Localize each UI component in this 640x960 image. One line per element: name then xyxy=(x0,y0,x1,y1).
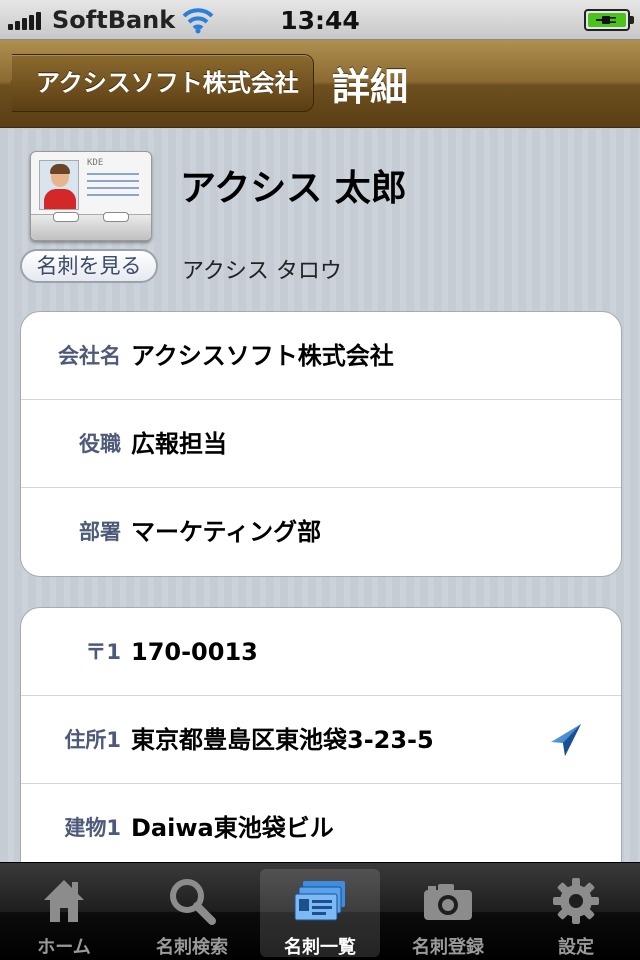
contact-name-kana: アクシス タロウ xyxy=(182,259,342,284)
contact-name: アクシス 太郎 xyxy=(180,168,407,209)
card-list-icon xyxy=(294,881,345,921)
row-value: 広報担当 xyxy=(131,430,227,458)
company-name-row[interactable]: 会社名 アクシスソフト株式会社 xyxy=(21,312,621,400)
status-bar: SoftBank 13:44 xyxy=(0,0,640,40)
tab-label: 設定 xyxy=(558,937,594,958)
building-row[interactable]: 建物1 Daiwa東池袋ビル xyxy=(21,784,621,862)
status-time: 13:44 xyxy=(280,6,360,35)
tab-settings[interactable]: 設定 xyxy=(512,863,640,960)
address-row[interactable]: 住所1 東京都豊島区東池袋3-23-5 xyxy=(21,696,621,784)
row-value: アクシスソフト株式会社 xyxy=(131,342,394,370)
business-card-icon[interactable]: KDE xyxy=(30,151,152,241)
row-value: Daiwa東池袋ビル xyxy=(131,814,334,842)
view-card-button[interactable]: 名刺を見る xyxy=(20,249,158,283)
company-info-group: 会社名 アクシスソフト株式会社 役職 広報担当 部署 マーケティング部 xyxy=(20,311,622,577)
camera-icon xyxy=(424,884,472,920)
tab-register-card[interactable]: 名刺登録 xyxy=(384,863,512,960)
location-arrow-icon[interactable] xyxy=(547,722,583,758)
row-label: 住所1 xyxy=(64,728,121,752)
row-label: 役職 xyxy=(79,432,121,456)
tab-label: 名刺一覧 xyxy=(284,937,356,958)
row-label: 建物1 xyxy=(64,816,121,840)
address-info-group: 〒1 170-0013 住所1 東京都豊島区東池袋3-23-5 建物1 Daiw… xyxy=(20,607,622,862)
avatar xyxy=(39,160,79,210)
tab-bar: ホーム 名刺検索 名刺一覧 名刺登録 設定 xyxy=(0,862,640,960)
tab-label: 名刺登録 xyxy=(412,937,484,958)
tab-home[interactable]: ホーム xyxy=(0,863,128,960)
page-title: 詳細 xyxy=(332,65,409,109)
row-value: マーケティング部 xyxy=(131,518,322,546)
job-title-row[interactable]: 役職 広報担当 xyxy=(21,400,621,488)
row-value: 東京都豊島区東池袋3-23-5 xyxy=(131,726,434,754)
home-icon xyxy=(44,880,84,922)
navigation-bar: アクシスソフト株式会社 詳細 xyxy=(0,40,640,128)
gear-icon xyxy=(553,878,599,924)
tab-label: 名刺検索 xyxy=(156,937,228,958)
row-label: 会社名 xyxy=(58,344,121,368)
postal-code-row[interactable]: 〒1 170-0013 xyxy=(21,608,621,696)
row-value: 170-0013 xyxy=(131,638,258,666)
tab-label: ホーム xyxy=(37,937,91,958)
card-thumb-text: KDE xyxy=(87,158,104,168)
department-row[interactable]: 部署 マーケティング部 xyxy=(21,488,621,576)
row-label: 部署 xyxy=(79,520,121,544)
tab-card-list[interactable]: 名刺一覧 xyxy=(256,863,384,960)
search-icon xyxy=(170,879,216,925)
tab-search[interactable]: 名刺検索 xyxy=(128,863,256,960)
detail-content[interactable]: KDE 名刺を見る アクシス 太郎 アクシス タロウ 会社名 アクシスソフト株式… xyxy=(0,129,640,862)
row-label: 〒1 xyxy=(85,640,121,664)
battery-charging-icon xyxy=(584,9,634,31)
back-button[interactable]: アクシスソフト株式会社 xyxy=(12,54,314,112)
